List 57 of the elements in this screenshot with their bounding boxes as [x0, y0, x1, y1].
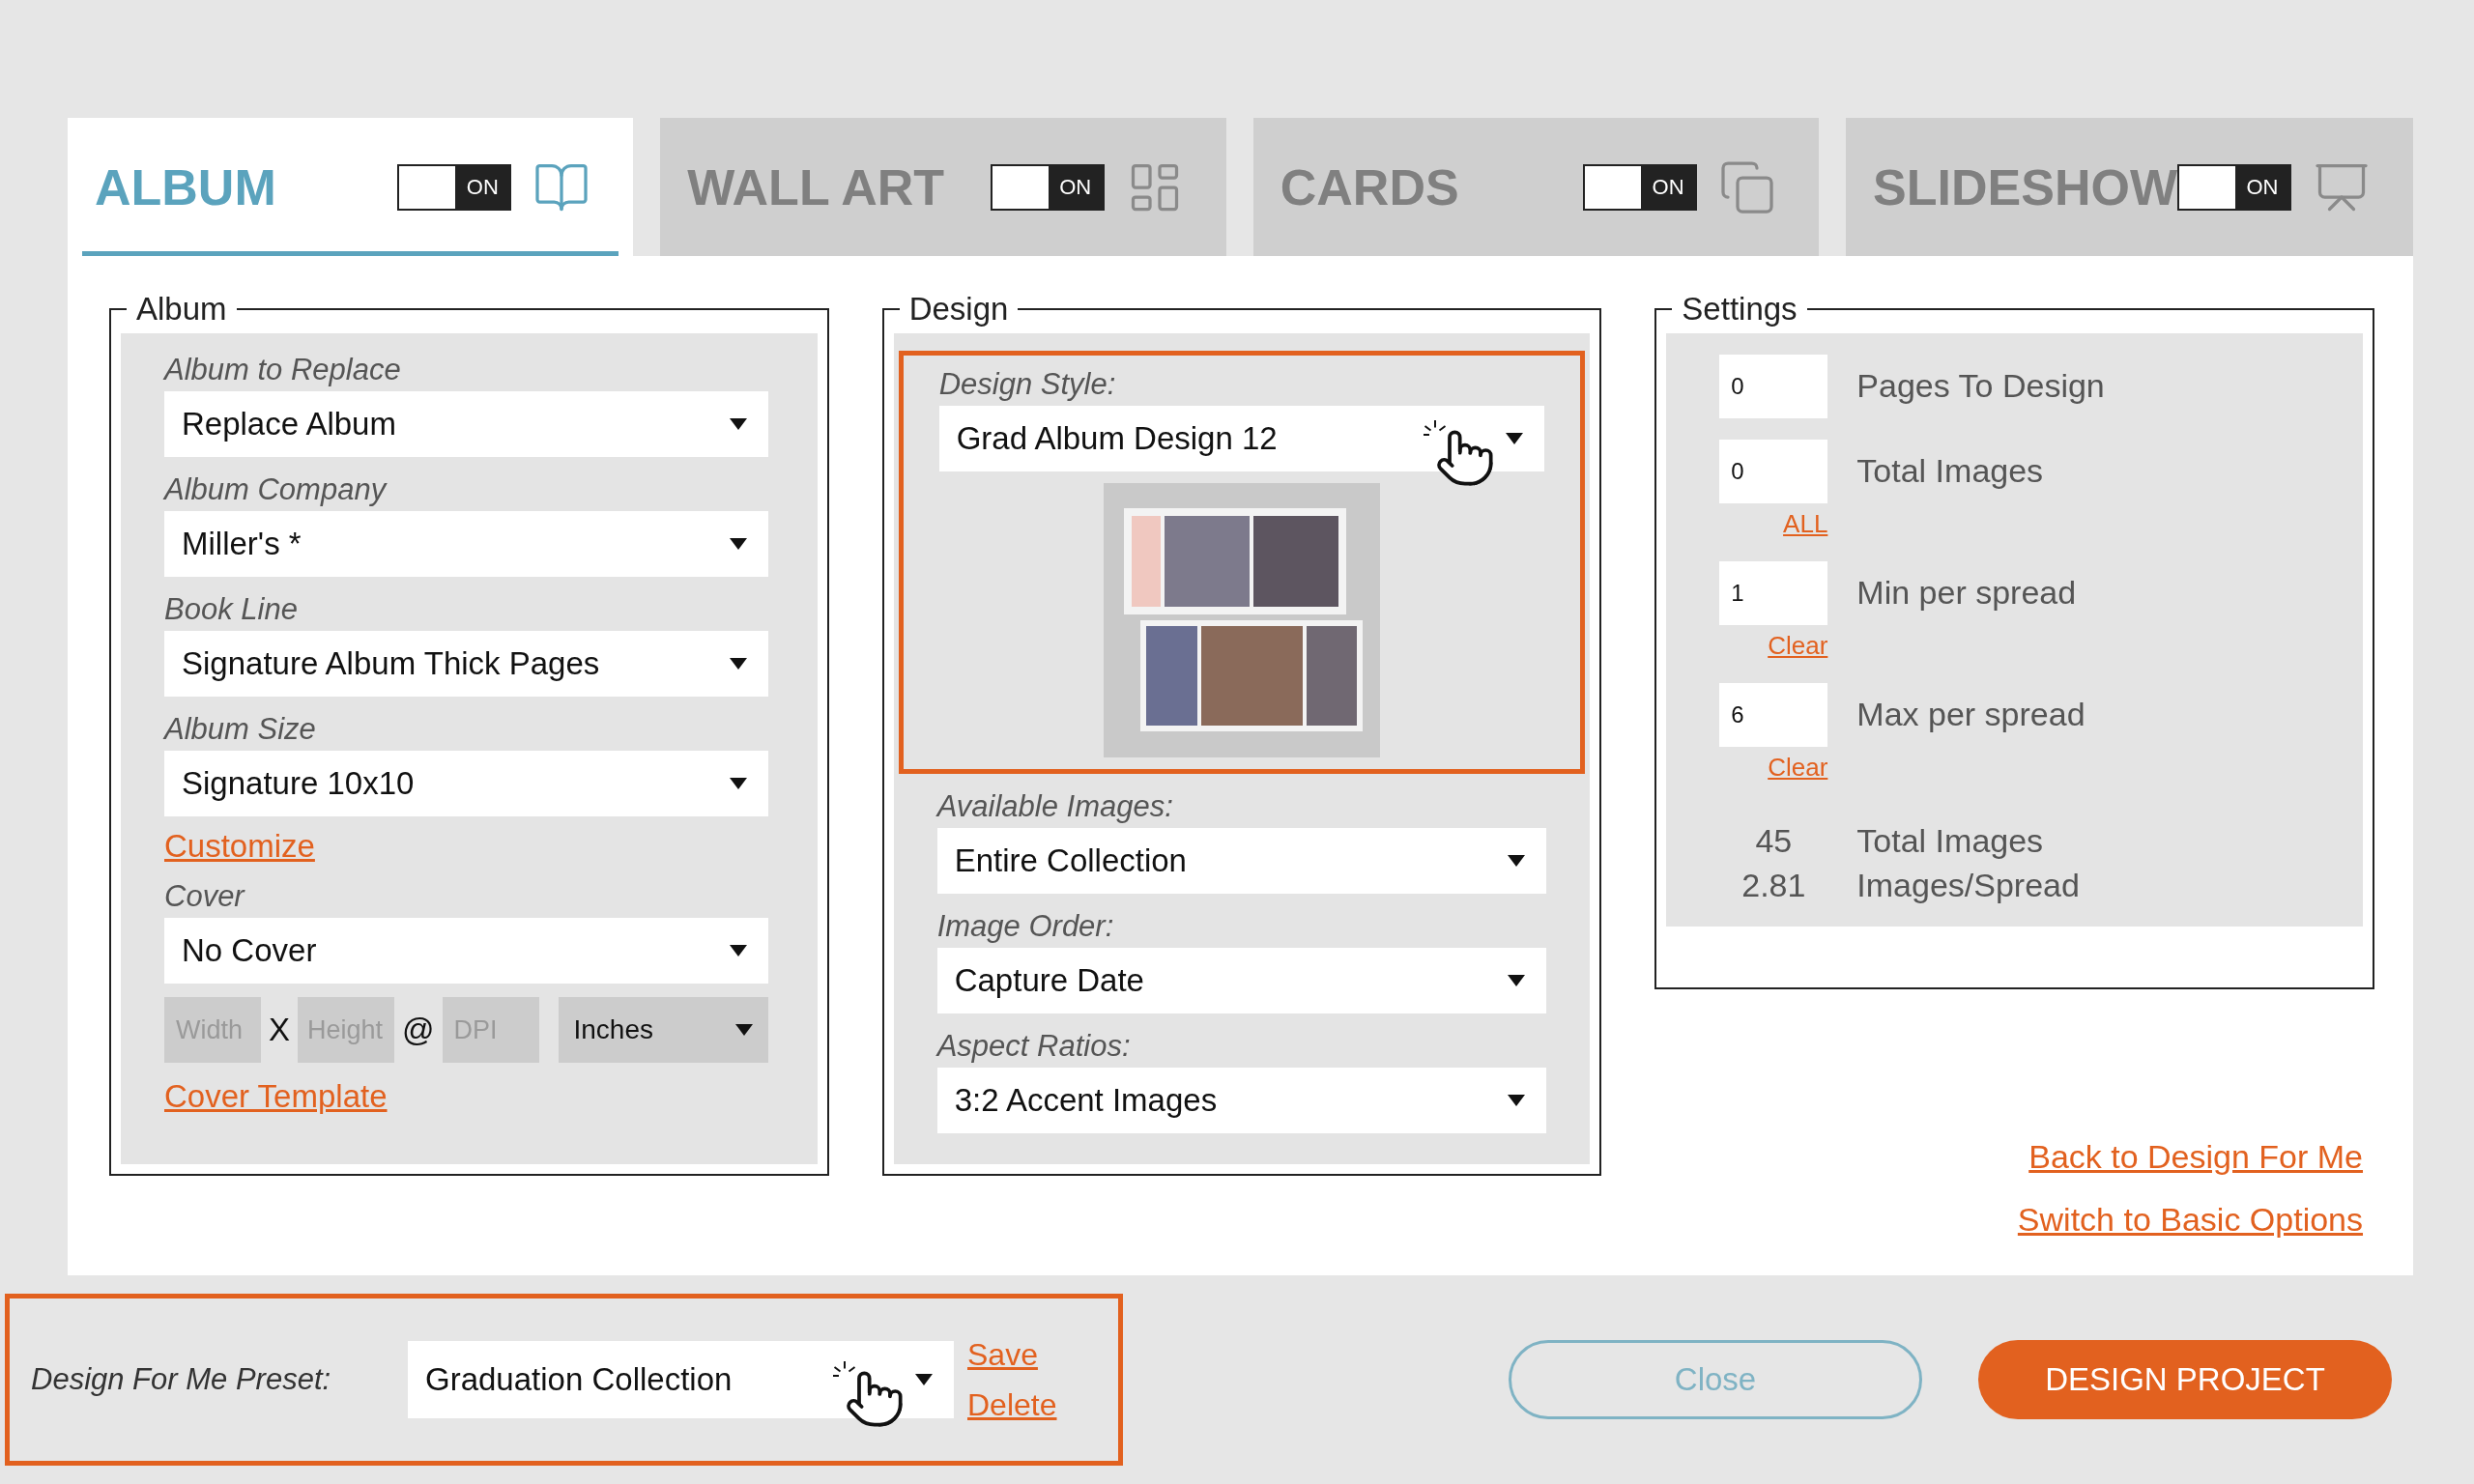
tab[interactable]: SLIDESHOW ON — [1846, 118, 2413, 256]
field-label: Album to Replace — [164, 351, 402, 388]
design-project-button[interactable]: DESIGN PROJECT — [1978, 1340, 2392, 1419]
dropdown[interactable]: No Cover — [164, 918, 768, 984]
toggle-switch[interactable]: ON — [2177, 163, 2291, 211]
toggle-switch[interactable]: ON — [990, 163, 1105, 211]
field-label: Aspect Ratios: — [936, 1027, 1132, 1065]
caret-icon — [730, 777, 747, 789]
dropdown[interactable]: Replace Album — [164, 390, 768, 457]
number-field[interactable]: 1 — [1719, 560, 1828, 625]
summary-value: 2.81 — [1740, 865, 1807, 905]
caret-icon — [730, 657, 747, 670]
group-title: Album — [135, 290, 228, 328]
field-label: Design Style: — [938, 365, 1117, 403]
group-title: Settings — [1681, 290, 1798, 328]
dropdown[interactable]: Signature Album Thick Pages — [164, 630, 768, 697]
dropdown[interactable]: 3:2 Accent Images — [936, 1067, 1547, 1133]
field-label: Available Images: — [936, 787, 1174, 825]
setting-label: Min per spread — [1856, 573, 2077, 613]
tab[interactable]: CARDS ON — [1252, 118, 1820, 256]
caret-icon — [915, 1374, 933, 1385]
number-field[interactable]: 0 — [1719, 354, 1828, 418]
dropdown[interactable]: Entire Collection — [936, 827, 1547, 894]
dropdown[interactable]: Signature 10x10 — [164, 750, 768, 816]
dropdown[interactable]: Miller's * — [164, 510, 768, 577]
link[interactable]: Back to Design For Me — [2028, 1132, 2363, 1182]
field-label: Cover — [164, 878, 246, 915]
caret-icon — [1508, 854, 1526, 867]
number-field[interactable]: 0 — [1719, 439, 1828, 503]
field-label: Design For Me Preset: — [31, 1360, 332, 1398]
summary-value: 45 — [1754, 820, 1794, 861]
link[interactable]: Switch to Basic Options — [2017, 1195, 2363, 1244]
caret-icon — [1506, 432, 1524, 444]
caret-icon — [730, 537, 747, 550]
summary-label: Total Images — [1856, 820, 2044, 861]
caret-icon — [730, 417, 747, 430]
field-label: Album Company — [164, 471, 388, 508]
caret-icon — [730, 945, 747, 956]
dropdown[interactable]: Capture Date — [936, 947, 1547, 1013]
field-label: Book Line — [164, 590, 299, 628]
toggle-switch[interactable]: ON — [1583, 163, 1698, 211]
group-title: Design — [907, 290, 1010, 328]
setting-label: Pages To Design — [1856, 366, 2105, 406]
at-sign: @ — [402, 1011, 435, 1050]
tab[interactable]: ALBUM ON — [68, 118, 634, 256]
setting-label: Total Images — [1856, 451, 2044, 491]
tab[interactable]: WALL ART ON — [660, 118, 1226, 256]
field-label: Image Order: — [936, 907, 1115, 945]
setting-label: Max per spread — [1856, 695, 2086, 734]
summary-label: Images/Spread — [1856, 865, 2080, 905]
number-field[interactable]: 6 — [1719, 682, 1828, 747]
caret-icon — [1508, 974, 1526, 986]
times-sign: X — [269, 1011, 290, 1050]
field-label: Album Size — [164, 710, 317, 748]
caret-icon — [735, 1024, 753, 1036]
caret-icon — [1508, 1094, 1526, 1106]
toggle-switch[interactable]: ON — [397, 163, 512, 211]
